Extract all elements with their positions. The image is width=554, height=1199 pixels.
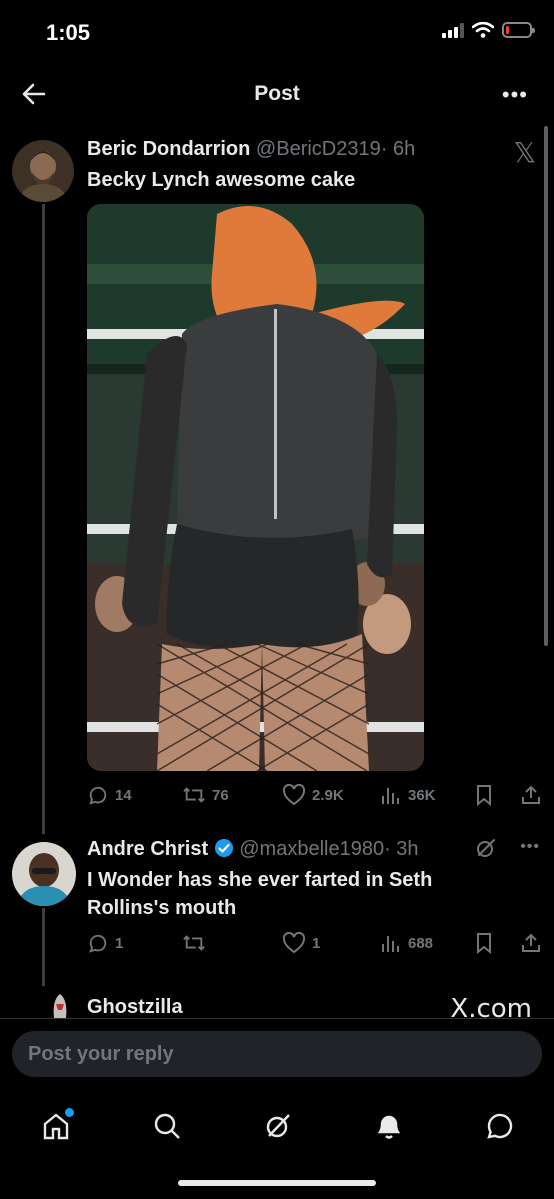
reply-button[interactable]: 1 [87,932,182,954]
verified-badge-icon [214,839,233,857]
cellular-signal-icon [442,22,464,38]
like-button[interactable]: 1 [282,932,380,954]
avatar[interactable] [12,140,74,202]
grok-icon[interactable] [474,836,498,860]
tab-home[interactable] [34,1104,78,1148]
home-indicator[interactable] [178,1180,376,1186]
bar-chart-icon [382,936,399,952]
page-title: Post [254,82,300,105]
views-button[interactable]: 688 [380,932,474,954]
bell-icon [377,1115,401,1139]
author-handle[interactable]: @BericD2319 [256,138,381,160]
author-name[interactable]: Andre Christ [87,838,208,860]
scrollbar[interactable] [544,126,548,646]
author-name[interactable]: Beric Dondarrion [87,138,250,160]
battery-level [506,26,510,34]
bookmark-icon [477,933,491,954]
reply-input[interactable]: Post your reply [12,1031,542,1077]
share-button[interactable] [514,932,542,954]
post-time: · 3h [384,838,419,860]
comment-icon [89,786,107,805]
avatar[interactable] [12,842,76,906]
tweet-media-image[interactable] [87,204,424,771]
more-horizontal-icon[interactable]: ••• [502,82,528,108]
reply-button[interactable]: 14 [87,784,182,806]
retweet-button[interactable]: 76 [182,784,282,806]
avatar[interactable] [46,992,74,1018]
tab-notifications[interactable] [367,1104,411,1148]
reply-count: 14 [115,786,132,804]
retweet-button[interactable] [182,932,282,954]
tweet-actions: 14 76 2.9K 36K [87,780,542,810]
reply-count: 1 [115,934,124,952]
bookmark-button[interactable] [474,932,514,954]
views-count: 36K [408,786,436,804]
status-time: 1:05 [46,20,91,45]
share-icon [522,933,540,952]
tweet-header: Ghostzilla [87,996,183,1019]
bar-chart-icon [382,788,399,804]
author-handle[interactable]: @maxbelle1980 [239,838,384,860]
status-icons [442,22,535,38]
like-count: 1 [312,934,321,952]
post-time: · 6h [380,138,416,160]
share-button[interactable] [514,784,542,806]
tab-grok[interactable] [256,1104,300,1148]
grok-icon [266,1114,290,1138]
chat-icon [487,1113,513,1139]
tweet-actions: 1 1 688 [87,928,542,958]
notification-dot [65,1108,74,1117]
search-icon [154,1113,180,1139]
tweet-header: Andre Christ @maxbelle1980· 3h [87,838,419,861]
bookmark-button[interactable] [474,784,514,806]
like-button[interactable]: 2.9K [282,784,380,806]
reply-bar: Post your reply [0,1018,554,1088]
thread-connector [42,204,45,834]
wifi-icon [472,22,494,38]
tab-search[interactable] [145,1104,189,1148]
retweet-icon [183,787,205,803]
retweet-count: 76 [212,786,229,804]
battery-icon [502,22,535,38]
top-nav: Post ••• [0,66,554,122]
more-horizontal-icon[interactable]: ••• [520,838,540,856]
views-count: 688 [408,934,434,952]
like-count: 2.9K [312,786,344,804]
x-logo-icon: 𝕏 [513,136,536,169]
comment-icon [89,934,107,953]
bookmark-icon [477,785,491,806]
status-bar: 1:05 [0,0,554,64]
author-name[interactable]: Ghostzilla [87,996,183,1018]
thread-connector [42,908,45,986]
share-icon [522,785,540,804]
heart-icon [282,784,306,806]
tweet-text: I Wonder has she ever farted in Seth Rol… [87,869,433,919]
retweet-icon [183,935,205,951]
tweet-header: Beric Dondarrion @BericD2319· 6h [87,138,415,161]
views-button[interactable]: 36K [380,784,474,806]
heart-icon [282,932,306,954]
tweet-text: Becky Lynch awesome cake [87,169,356,191]
tab-messages[interactable] [478,1104,522,1148]
